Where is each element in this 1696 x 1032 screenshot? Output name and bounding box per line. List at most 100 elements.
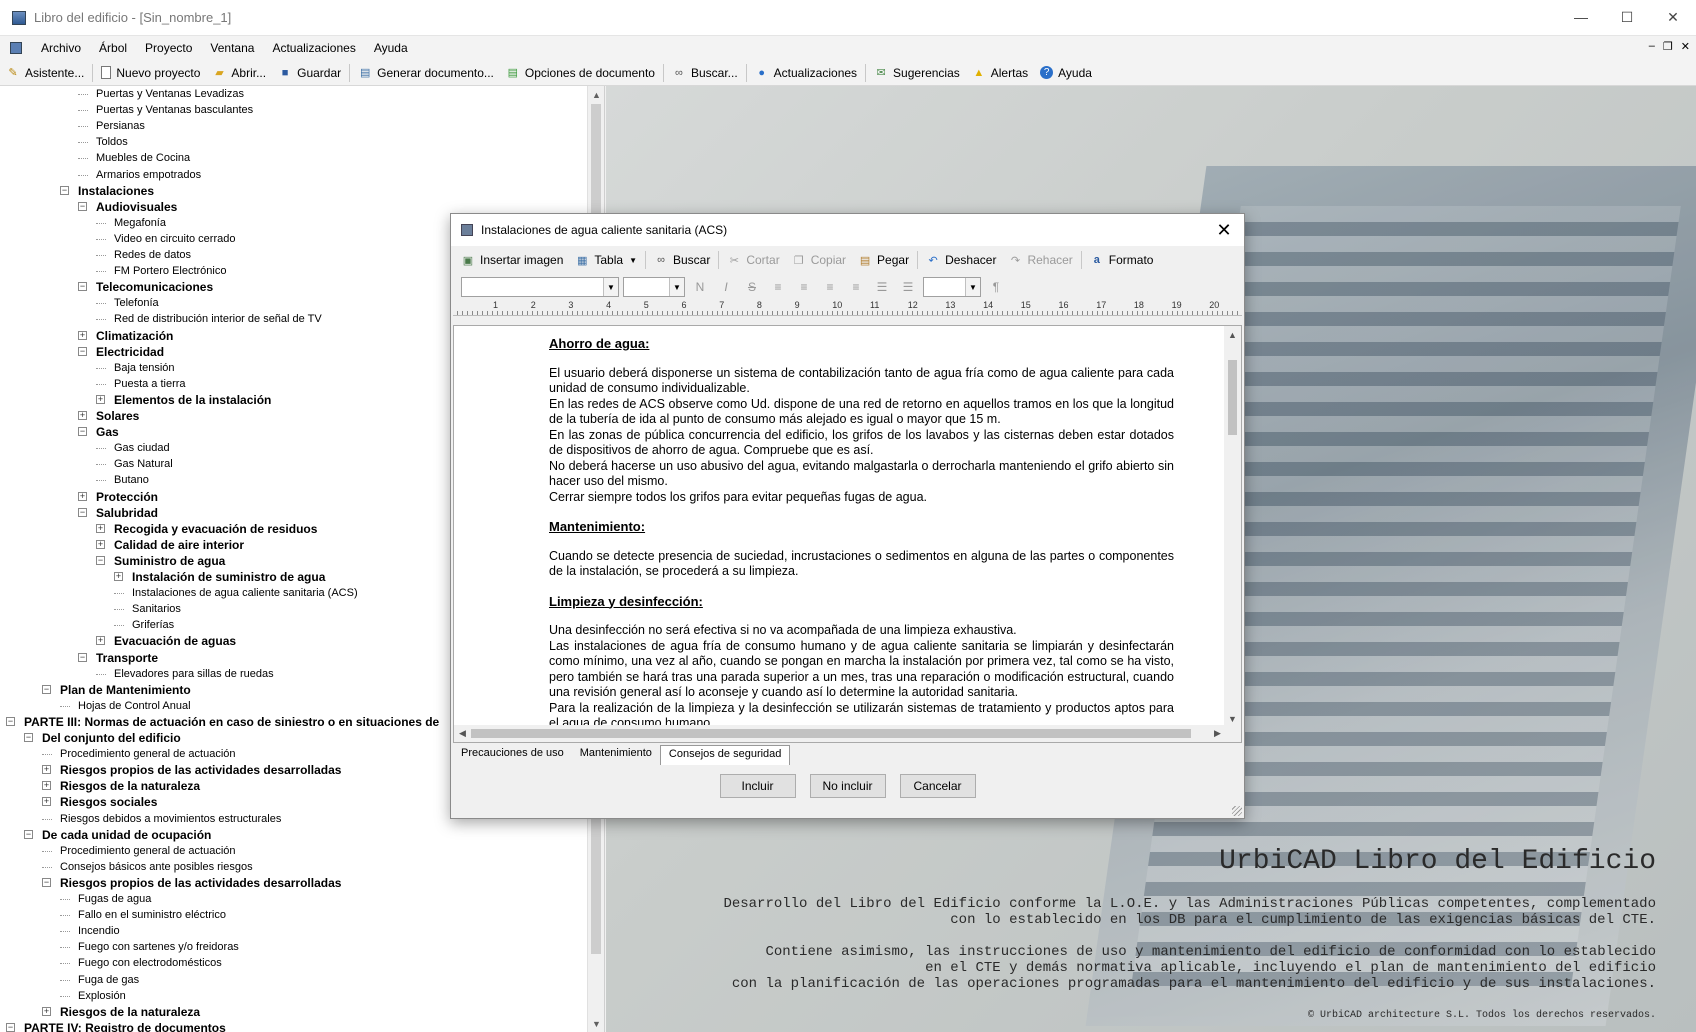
mdi-close-button[interactable]: ✕ bbox=[1681, 40, 1690, 53]
numbered-list-icon[interactable]: ☰ bbox=[897, 277, 919, 297]
menu-ventana[interactable]: Ventana bbox=[201, 41, 263, 55]
generar-documento-button[interactable]: ▤ Generar documento... bbox=[352, 62, 500, 84]
expand-icon[interactable]: + bbox=[78, 330, 87, 340]
collapse-icon[interactable]: − bbox=[42, 877, 51, 887]
editor-horizontal-scrollbar[interactable]: ◀ ▶ bbox=[454, 725, 1226, 742]
scroll-left-arrow[interactable]: ◀ bbox=[454, 725, 471, 742]
chevron-down-icon: ▼ bbox=[629, 255, 637, 265]
collapse-icon[interactable]: − bbox=[24, 829, 33, 839]
ruler-mark: 4 bbox=[606, 300, 612, 310]
collapse-icon[interactable]: − bbox=[78, 282, 87, 292]
align-center-icon[interactable]: ≡ bbox=[819, 277, 841, 297]
resize-grip[interactable] bbox=[1232, 806, 1242, 816]
expand-icon[interactable]: + bbox=[114, 572, 123, 581]
collapse-icon[interactable]: − bbox=[78, 427, 87, 437]
cancelar-button[interactable]: Cancelar bbox=[899, 774, 976, 798]
scroll-down-arrow[interactable]: ▼ bbox=[588, 1015, 604, 1032]
mdi-minimize-button[interactable]: ‒ bbox=[1649, 40, 1655, 53]
expand-icon[interactable]: + bbox=[96, 539, 105, 549]
align-left-icon[interactable]: ≡ bbox=[767, 277, 789, 297]
scroll-down-arrow[interactable]: ▼ bbox=[1224, 710, 1241, 727]
italic-icon[interactable]: I bbox=[715, 277, 737, 297]
tree-item-label: Riesgos propios de las actividades desar… bbox=[60, 763, 342, 778]
collapse-icon[interactable]: − bbox=[96, 555, 105, 565]
font-family-select[interactable] bbox=[461, 277, 619, 297]
ruler-mark: 1 bbox=[493, 300, 499, 310]
document-icon[interactable] bbox=[10, 42, 22, 54]
menu-archivo[interactable]: Archivo bbox=[32, 41, 90, 55]
alertas-button[interactable]: ▲ Alertas bbox=[966, 62, 1034, 84]
collapse-icon[interactable]: − bbox=[42, 684, 51, 694]
formato-button[interactable]: a Formato bbox=[1084, 249, 1160, 271]
collapse-icon[interactable]: − bbox=[6, 1022, 15, 1032]
expand-icon[interactable]: + bbox=[96, 523, 105, 533]
tab-precauciones-de-uso[interactable]: Precauciones de uso bbox=[453, 745, 572, 765]
scroll-up-arrow[interactable]: ▲ bbox=[588, 86, 604, 103]
abrir-button[interactable]: ▰ Abrir... bbox=[206, 62, 272, 84]
editor-hscroll-thumb[interactable] bbox=[471, 729, 1191, 738]
scroll-right-arrow[interactable]: ▶ bbox=[1209, 725, 1226, 742]
expand-icon[interactable]: + bbox=[96, 394, 105, 404]
expand-icon[interactable]: + bbox=[42, 781, 51, 791]
dialog-buttons: Incluir No incluir Cancelar bbox=[451, 774, 1244, 798]
minimize-button[interactable]: — bbox=[1558, 0, 1604, 34]
pegar-button[interactable]: ▤ Pegar bbox=[852, 249, 915, 271]
nuevo-proyecto-button[interactable]: Nuevo proyecto bbox=[95, 62, 206, 84]
strikethrough-icon[interactable]: S bbox=[741, 277, 763, 297]
menu-ayuda[interactable]: Ayuda bbox=[365, 41, 417, 55]
align-right-icon[interactable]: ≡ bbox=[793, 277, 815, 297]
style-select[interactable] bbox=[923, 277, 981, 297]
tabla-button[interactable]: ▦ Tabla ▼ bbox=[569, 249, 643, 271]
align-justify-icon[interactable]: ≡ bbox=[845, 277, 867, 297]
expand-icon[interactable]: + bbox=[96, 636, 105, 646]
expand-icon[interactable]: + bbox=[78, 411, 87, 420]
collapse-icon[interactable]: − bbox=[78, 346, 87, 356]
deshacer-button[interactable]: ↶ Deshacer bbox=[920, 249, 1002, 271]
collapse-icon[interactable]: − bbox=[6, 716, 15, 726]
insertar-imagen-button[interactable]: ▣ Insertar imagen bbox=[455, 249, 569, 271]
normal-icon[interactable]: N bbox=[689, 277, 711, 297]
document-content[interactable]: Ahorro de agua: El usuario deberá dispone… bbox=[549, 336, 1174, 732]
rich-text-editor[interactable]: Ahorro de agua: El usuario deberá dispone… bbox=[453, 325, 1242, 743]
copiar-button[interactable]: ❐ Copiar bbox=[786, 249, 852, 271]
rehacer-button[interactable]: ↷ Rehacer bbox=[1002, 249, 1078, 271]
dialog-close-button[interactable]: ✕ bbox=[1212, 218, 1236, 242]
guardar-button[interactable]: ■ Guardar bbox=[272, 62, 347, 84]
expand-icon[interactable]: + bbox=[78, 491, 87, 501]
tab-mantenimiento[interactable]: Mantenimiento bbox=[572, 745, 660, 765]
menu-proyecto[interactable]: Proyecto bbox=[136, 41, 201, 55]
close-button[interactable]: ✕ bbox=[1650, 0, 1696, 34]
menu-actualizaciones[interactable]: Actualizaciones bbox=[263, 41, 364, 55]
maximize-button[interactable]: ☐ bbox=[1604, 0, 1650, 34]
tree-item-label: Procedimiento general de actuación bbox=[60, 844, 236, 857]
editor-buscar-button[interactable]: ∞ Buscar bbox=[648, 249, 716, 271]
mdi-restore-button[interactable]: ❐ bbox=[1663, 40, 1673, 53]
scroll-up-arrow[interactable]: ▲ bbox=[1224, 326, 1241, 343]
menu-arbol[interactable]: Árbol bbox=[90, 41, 136, 55]
paragraph-icon[interactable]: ¶ bbox=[985, 277, 1007, 297]
asistente-button[interactable]: ✎ Asistente... bbox=[0, 62, 90, 84]
sugerencias-button[interactable]: ✉ Sugerencias bbox=[868, 62, 966, 84]
expand-icon[interactable]: + bbox=[42, 1006, 51, 1016]
tab-consejos-de-seguridad[interactable]: Consejos de seguridad bbox=[659, 745, 791, 765]
actualizaciones-button[interactable]: ● Actualizaciones bbox=[749, 62, 863, 84]
font-size-select[interactable] bbox=[623, 277, 685, 297]
branding-description-1: Desarrollo del Libro del Edificio confor… bbox=[723, 896, 1656, 928]
bullet-list-icon[interactable]: ☰ bbox=[871, 277, 893, 297]
buscar-button[interactable]: ∞ Buscar... bbox=[666, 62, 744, 84]
no-incluir-button[interactable]: No incluir bbox=[809, 774, 886, 798]
incluir-button[interactable]: Incluir bbox=[719, 774, 796, 798]
collapse-icon[interactable]: − bbox=[60, 185, 69, 195]
expand-icon[interactable]: + bbox=[42, 765, 51, 775]
editor-vscroll-thumb[interactable] bbox=[1228, 360, 1237, 435]
expand-icon[interactable]: + bbox=[42, 797, 51, 807]
editor-vertical-scrollbar[interactable]: ▲ ▼ bbox=[1224, 326, 1241, 742]
cortar-button[interactable]: ✂ Cortar bbox=[721, 249, 785, 271]
collapse-icon[interactable]: − bbox=[78, 507, 87, 517]
collapse-icon[interactable]: − bbox=[78, 652, 87, 662]
ayuda-button[interactable]: ? Ayuda bbox=[1034, 62, 1098, 84]
main-toolbar: ✎ Asistente... Nuevo proyecto ▰ Abrir... ■… bbox=[0, 60, 1696, 86]
opciones-documento-button[interactable]: ▤ Opciones de documento bbox=[500, 62, 661, 84]
collapse-icon[interactable]: − bbox=[24, 733, 33, 742]
collapse-icon[interactable]: − bbox=[78, 201, 87, 211]
